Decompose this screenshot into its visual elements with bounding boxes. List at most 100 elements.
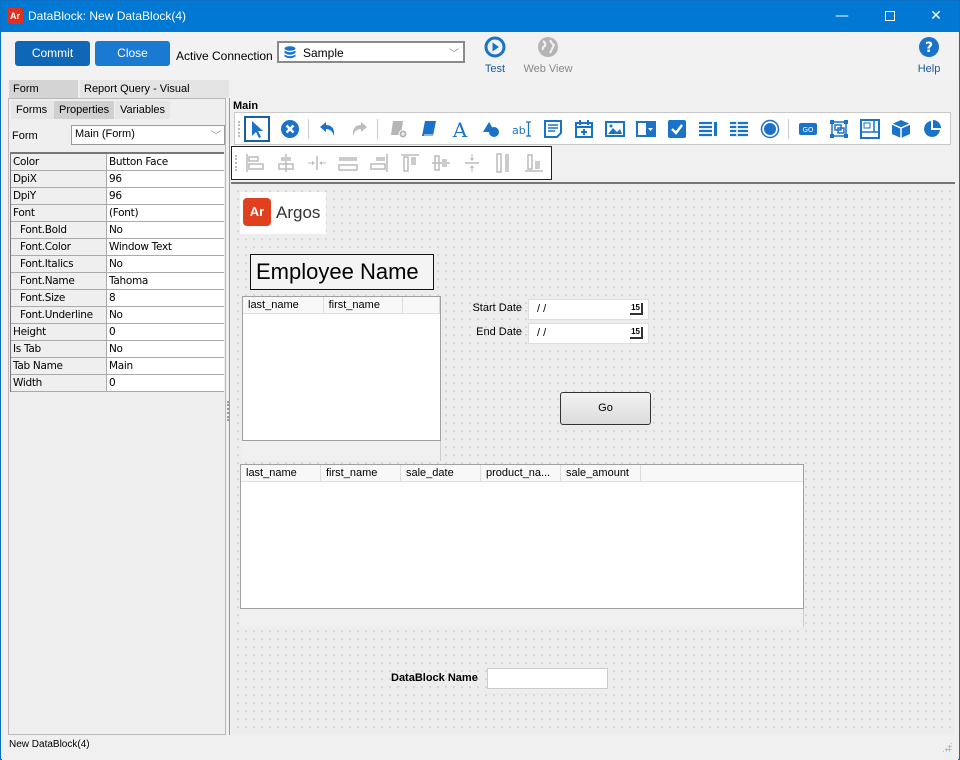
same-width-tool[interactable] [335,150,361,176]
align-bottom-tool[interactable] [521,150,547,176]
column-header[interactable] [403,297,440,313]
grid-tool[interactable] [726,116,752,142]
resize-grip-icon[interactable] [942,742,952,752]
property-row[interactable]: Font.Underline No [11,307,224,324]
radio-tool[interactable] [757,116,783,142]
panel-tool[interactable] [857,116,883,142]
argos-logo[interactable]: Ar Argos [240,192,326,234]
connection-value: Sample [303,46,344,60]
tab-forms[interactable]: Forms [11,101,54,119]
commit-button[interactable]: Commit [15,41,90,66]
employee-grid[interactable]: last_name first_name [242,296,441,441]
calendar-icon[interactable]: 15 [630,303,643,315]
center-horizontal-tool[interactable] [304,150,330,176]
tab-report-query-visual-design[interactable]: Report Query - Visual Design [80,80,229,113]
align-center-tool[interactable] [273,150,299,176]
column-header[interactable]: product_na... [481,465,561,481]
column-header[interactable]: first_name [324,297,404,313]
sales-grid[interactable]: last_name first_name sale_date product_n… [240,464,804,609]
form-design-canvas[interactable]: Ar Argos Employee Name last_name first_n… [231,182,955,734]
form-select[interactable]: Main (Form) ﹀ [71,125,225,145]
property-value[interactable]: 96 [107,171,224,187]
tab-properties[interactable]: Properties [54,101,114,119]
property-row[interactable]: Font.Italics No [11,256,224,273]
group-tool[interactable] [826,116,852,142]
start-date-input[interactable]: / / 15 [528,299,649,320]
property-value[interactable]: No [107,222,224,238]
property-row[interactable]: Height 0 [11,324,224,341]
connection-select[interactable]: Sample ﹀ [277,41,465,63]
shapes-tool[interactable] [478,116,504,142]
book-tool[interactable] [416,116,442,142]
column-header[interactable]: sale_date [401,465,481,481]
center-vertical-tool[interactable] [459,150,485,176]
column-header[interactable]: last_name [241,465,321,481]
test-button[interactable]: Test [480,36,510,75]
combobox-tool[interactable] [633,116,659,142]
go-button-tool[interactable]: GO [795,116,821,142]
calendar-icon[interactable]: 15 [630,327,643,339]
column-header[interactable]: sale_amount [561,465,641,481]
image-tool[interactable] [602,116,628,142]
align-middle-tool[interactable] [428,150,454,176]
close-window-button[interactable]: ✕ [913,1,959,32]
property-row[interactable]: Font.Name Tahoma [11,273,224,290]
property-value[interactable]: 0 [107,324,224,340]
property-value[interactable]: (Font) [107,205,224,221]
tab-variables[interactable]: Variables [115,101,170,119]
property-value[interactable]: 96 [107,188,224,204]
memo-tool[interactable] [540,116,566,142]
property-value[interactable]: Window Text [107,239,224,255]
align-right-tool[interactable] [366,150,392,176]
tab-form-design[interactable]: Form Design [9,80,78,113]
property-value[interactable]: No [107,307,224,323]
textbox-tool[interactable]: ab [509,116,535,142]
property-row[interactable]: Width 0 [11,375,224,392]
section-label: Main [233,100,259,112]
go-button[interactable]: Go [560,392,651,425]
align-left-tool[interactable] [242,150,268,176]
datablock-name-input[interactable] [487,668,608,689]
help-button[interactable]: ? Help [914,36,944,75]
label-tool[interactable]: A [447,116,473,142]
property-value[interactable]: Tahoma [107,273,224,289]
checkbox-tool[interactable] [664,116,690,142]
property-row[interactable]: Font.Bold No [11,222,224,239]
property-value[interactable]: 0 [107,375,224,391]
column-header[interactable]: first_name [321,465,401,481]
chart-tool[interactable] [919,116,945,142]
pointer-tool[interactable] [244,116,270,142]
undo-tool[interactable] [315,116,341,142]
redo-tool[interactable] [346,116,372,142]
property-row[interactable]: Tab Name Main [11,358,224,375]
date-tool[interactable] [571,116,597,142]
property-row[interactable]: Color Button Face [11,154,224,171]
delete-tool[interactable] [277,116,303,142]
same-height-tool[interactable] [490,150,516,176]
minimize-button[interactable]: — [819,1,865,32]
toolbar-grip[interactable] [238,121,240,137]
employee-name-label[interactable]: Employee Name [250,254,434,290]
property-row[interactable]: Font (Font) [11,205,224,222]
listbox-tool[interactable] [695,116,721,142]
property-row[interactable]: Font.Color Window Text [11,239,224,256]
property-value[interactable]: Button Face [107,154,224,170]
cube-tool[interactable] [888,116,914,142]
textbox-icon: ab [512,121,531,137]
web-view-button[interactable]: Web View [520,36,576,75]
property-value[interactable]: No [107,341,224,357]
add-report-tool[interactable] [385,116,411,142]
property-value[interactable]: No [107,256,224,272]
column-header[interactable]: last_name [243,297,324,313]
property-row[interactable]: DpiX 96 [11,171,224,188]
property-value[interactable]: 8 [107,290,224,306]
close-button[interactable]: Close [95,41,170,66]
property-row[interactable]: Font.Size 8 [11,290,224,307]
end-date-input[interactable]: / / 15 [528,323,649,344]
maximize-button[interactable] [867,1,913,32]
property-row[interactable]: DpiY 96 [11,188,224,205]
align-top-tool[interactable] [397,150,423,176]
property-row[interactable]: Is Tab No [11,341,224,358]
property-value[interactable]: Main [107,358,224,374]
toolbar-grip[interactable] [235,155,237,171]
